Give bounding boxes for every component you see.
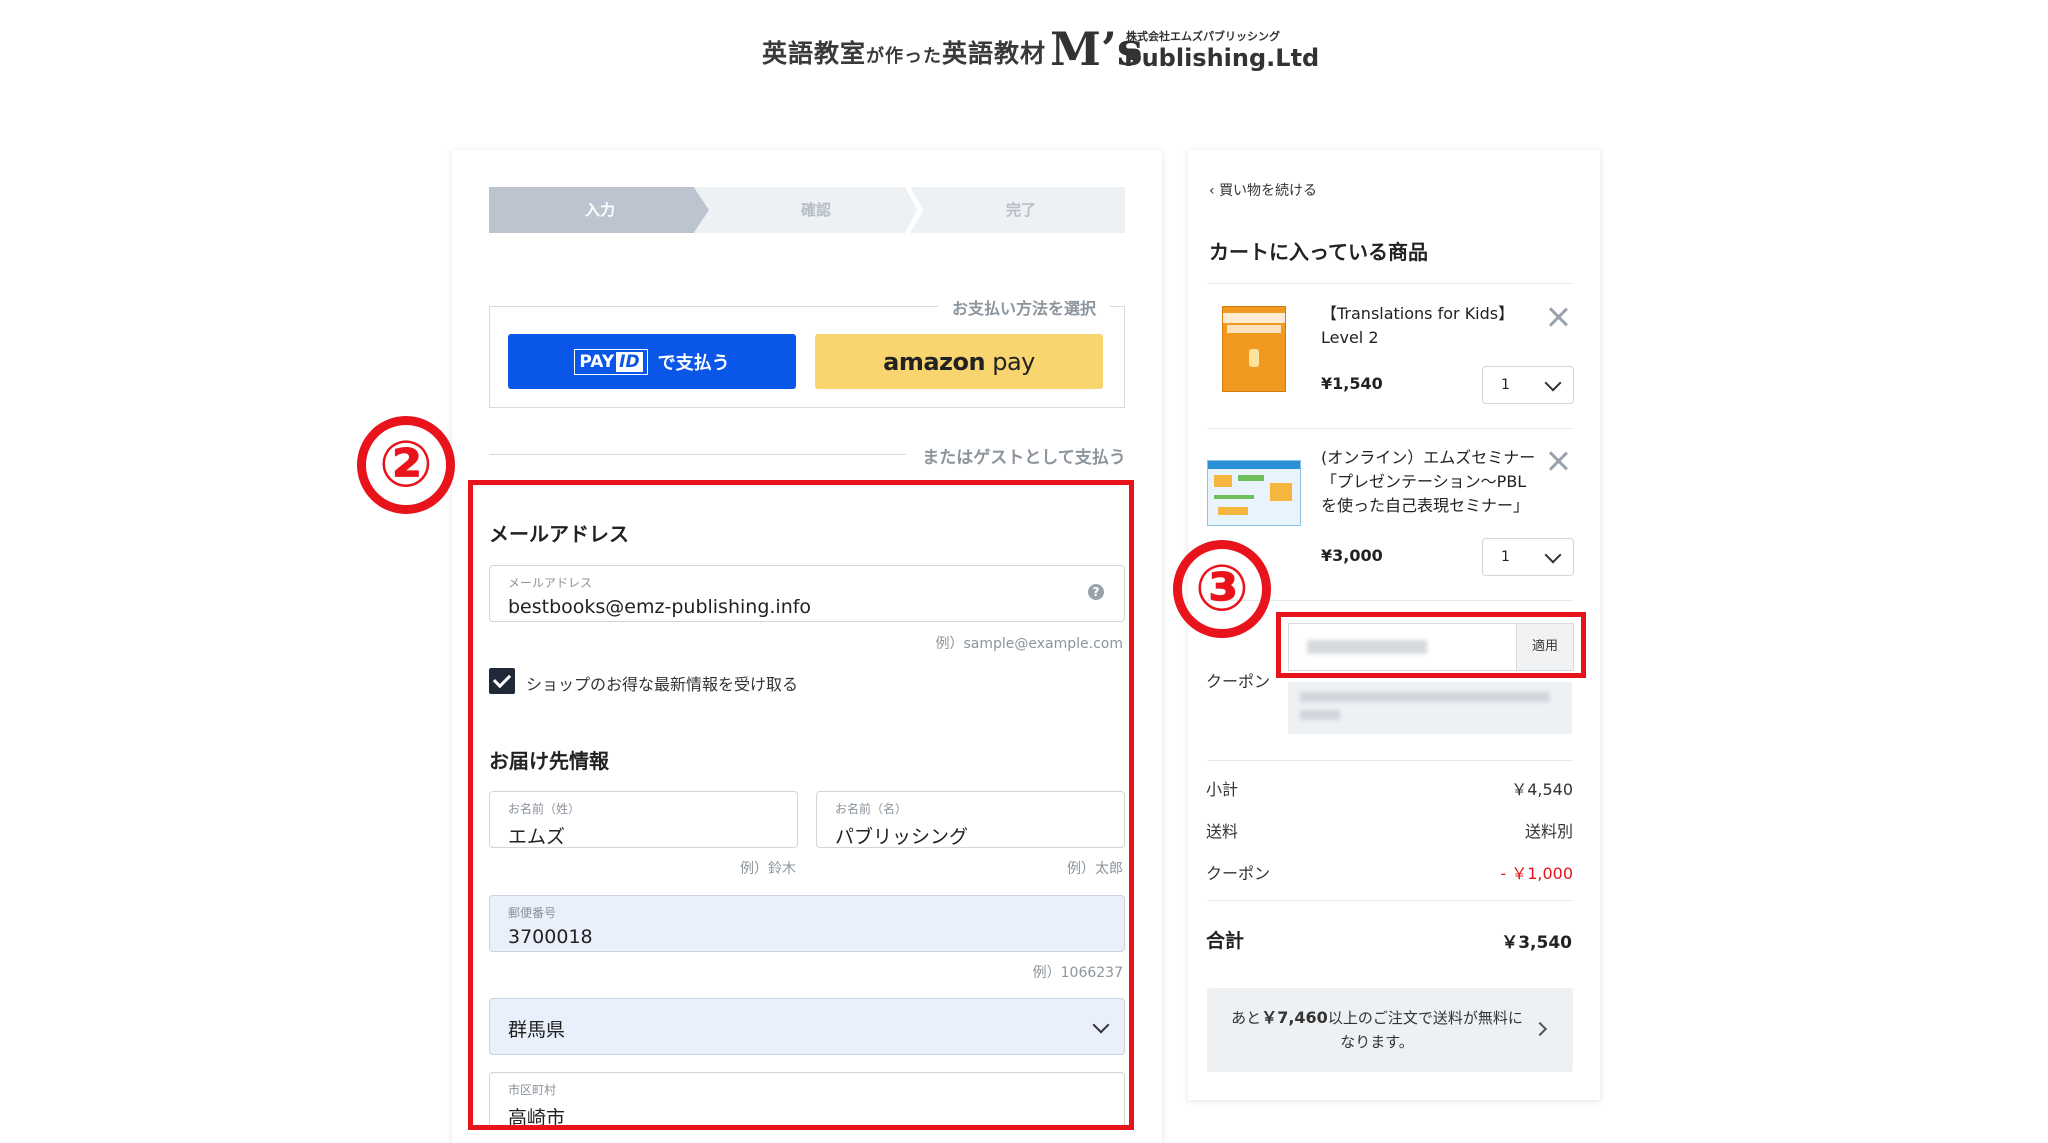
chevron-down-icon bbox=[1544, 546, 1562, 564]
shipping-label: 送料 bbox=[1206, 822, 1239, 841]
payid-button[interactable]: PAY ID で支払う bbox=[508, 334, 796, 389]
payid-button-label: で支払う bbox=[657, 352, 730, 374]
quantity-select[interactable]: 1 bbox=[1482, 538, 1574, 576]
item-price: ¥3,000 bbox=[1321, 546, 1383, 565]
free-shipping-notice[interactable]: あと￥7,460以上のご注文で送料が無料になります。 bbox=[1207, 988, 1573, 1072]
coupon-message-blurred bbox=[1288, 682, 1572, 734]
divider bbox=[1207, 760, 1573, 761]
product-thumbnail[interactable] bbox=[1222, 306, 1286, 392]
annotation-box-coupon bbox=[1276, 612, 1586, 678]
item-price: ¥1,540 bbox=[1321, 374, 1383, 393]
quantity-value: 1 bbox=[1501, 549, 1510, 565]
item-name[interactable]: 【Translations for Kids】 Level 2 bbox=[1321, 302, 1541, 350]
total-value: ￥3,540 bbox=[1501, 933, 1572, 953]
divider bbox=[1207, 428, 1573, 429]
logo-tagline: 英語教室が作った英語教材 bbox=[762, 39, 1047, 68]
payid-logo: PAY ID bbox=[574, 348, 648, 375]
step-confirm: 確認 bbox=[800, 201, 831, 219]
annotation-number-3: ③ bbox=[1173, 540, 1271, 638]
amazon-pay-button[interactable]: amazon pay bbox=[815, 334, 1103, 389]
cart-title: カートに入っている商品 bbox=[1209, 240, 1428, 264]
company-name-en: Publishing.Ltd bbox=[1124, 44, 1320, 72]
product-thumbnail[interactable] bbox=[1207, 460, 1301, 526]
quantity-value: 1 bbox=[1501, 377, 1510, 393]
guest-divider-label: またはゲストとして支払う bbox=[0, 443, 2048, 468]
subtotal-label: 小計 bbox=[1206, 780, 1239, 799]
company-name-jp: 株式会社エムズパブリッシング bbox=[1126, 30, 1280, 43]
step-complete: 完了 bbox=[1005, 201, 1036, 219]
amazon-pay-logo: amazon pay bbox=[883, 347, 1035, 376]
item-name[interactable]: (オンライン）エムズセミナー 「プレゼンテーション〜PBL を使った自己表現セミナー… bbox=[1321, 446, 1541, 518]
remove-item-icon[interactable] bbox=[1547, 450, 1569, 472]
coupon-discount-label: クーポン bbox=[1206, 864, 1271, 883]
chevron-right-icon bbox=[1532, 1021, 1548, 1037]
continue-shopping-link[interactable]: ‹ 買い物を続ける bbox=[1209, 180, 1317, 200]
coupon-label: クーポン bbox=[1206, 672, 1271, 691]
total-label: 合計 bbox=[1206, 930, 1245, 952]
payment-method-title: お支払い方法を選択 bbox=[0, 295, 2048, 319]
subtotal-value: ￥4,540 bbox=[1511, 780, 1573, 799]
divider bbox=[1207, 900, 1573, 901]
shipping-value: 送料別 bbox=[1524, 822, 1573, 841]
annotation-number-2: ② bbox=[357, 416, 455, 514]
chevron-down-icon bbox=[1544, 374, 1562, 392]
quantity-select[interactable]: 1 bbox=[1482, 366, 1574, 404]
divider bbox=[1207, 283, 1573, 284]
remove-item-icon[interactable] bbox=[1547, 306, 1569, 328]
coupon-discount-value: - ￥1,000 bbox=[1500, 864, 1573, 883]
step-input: 入力 bbox=[584, 201, 615, 219]
annotation-box-form bbox=[468, 480, 1134, 1130]
